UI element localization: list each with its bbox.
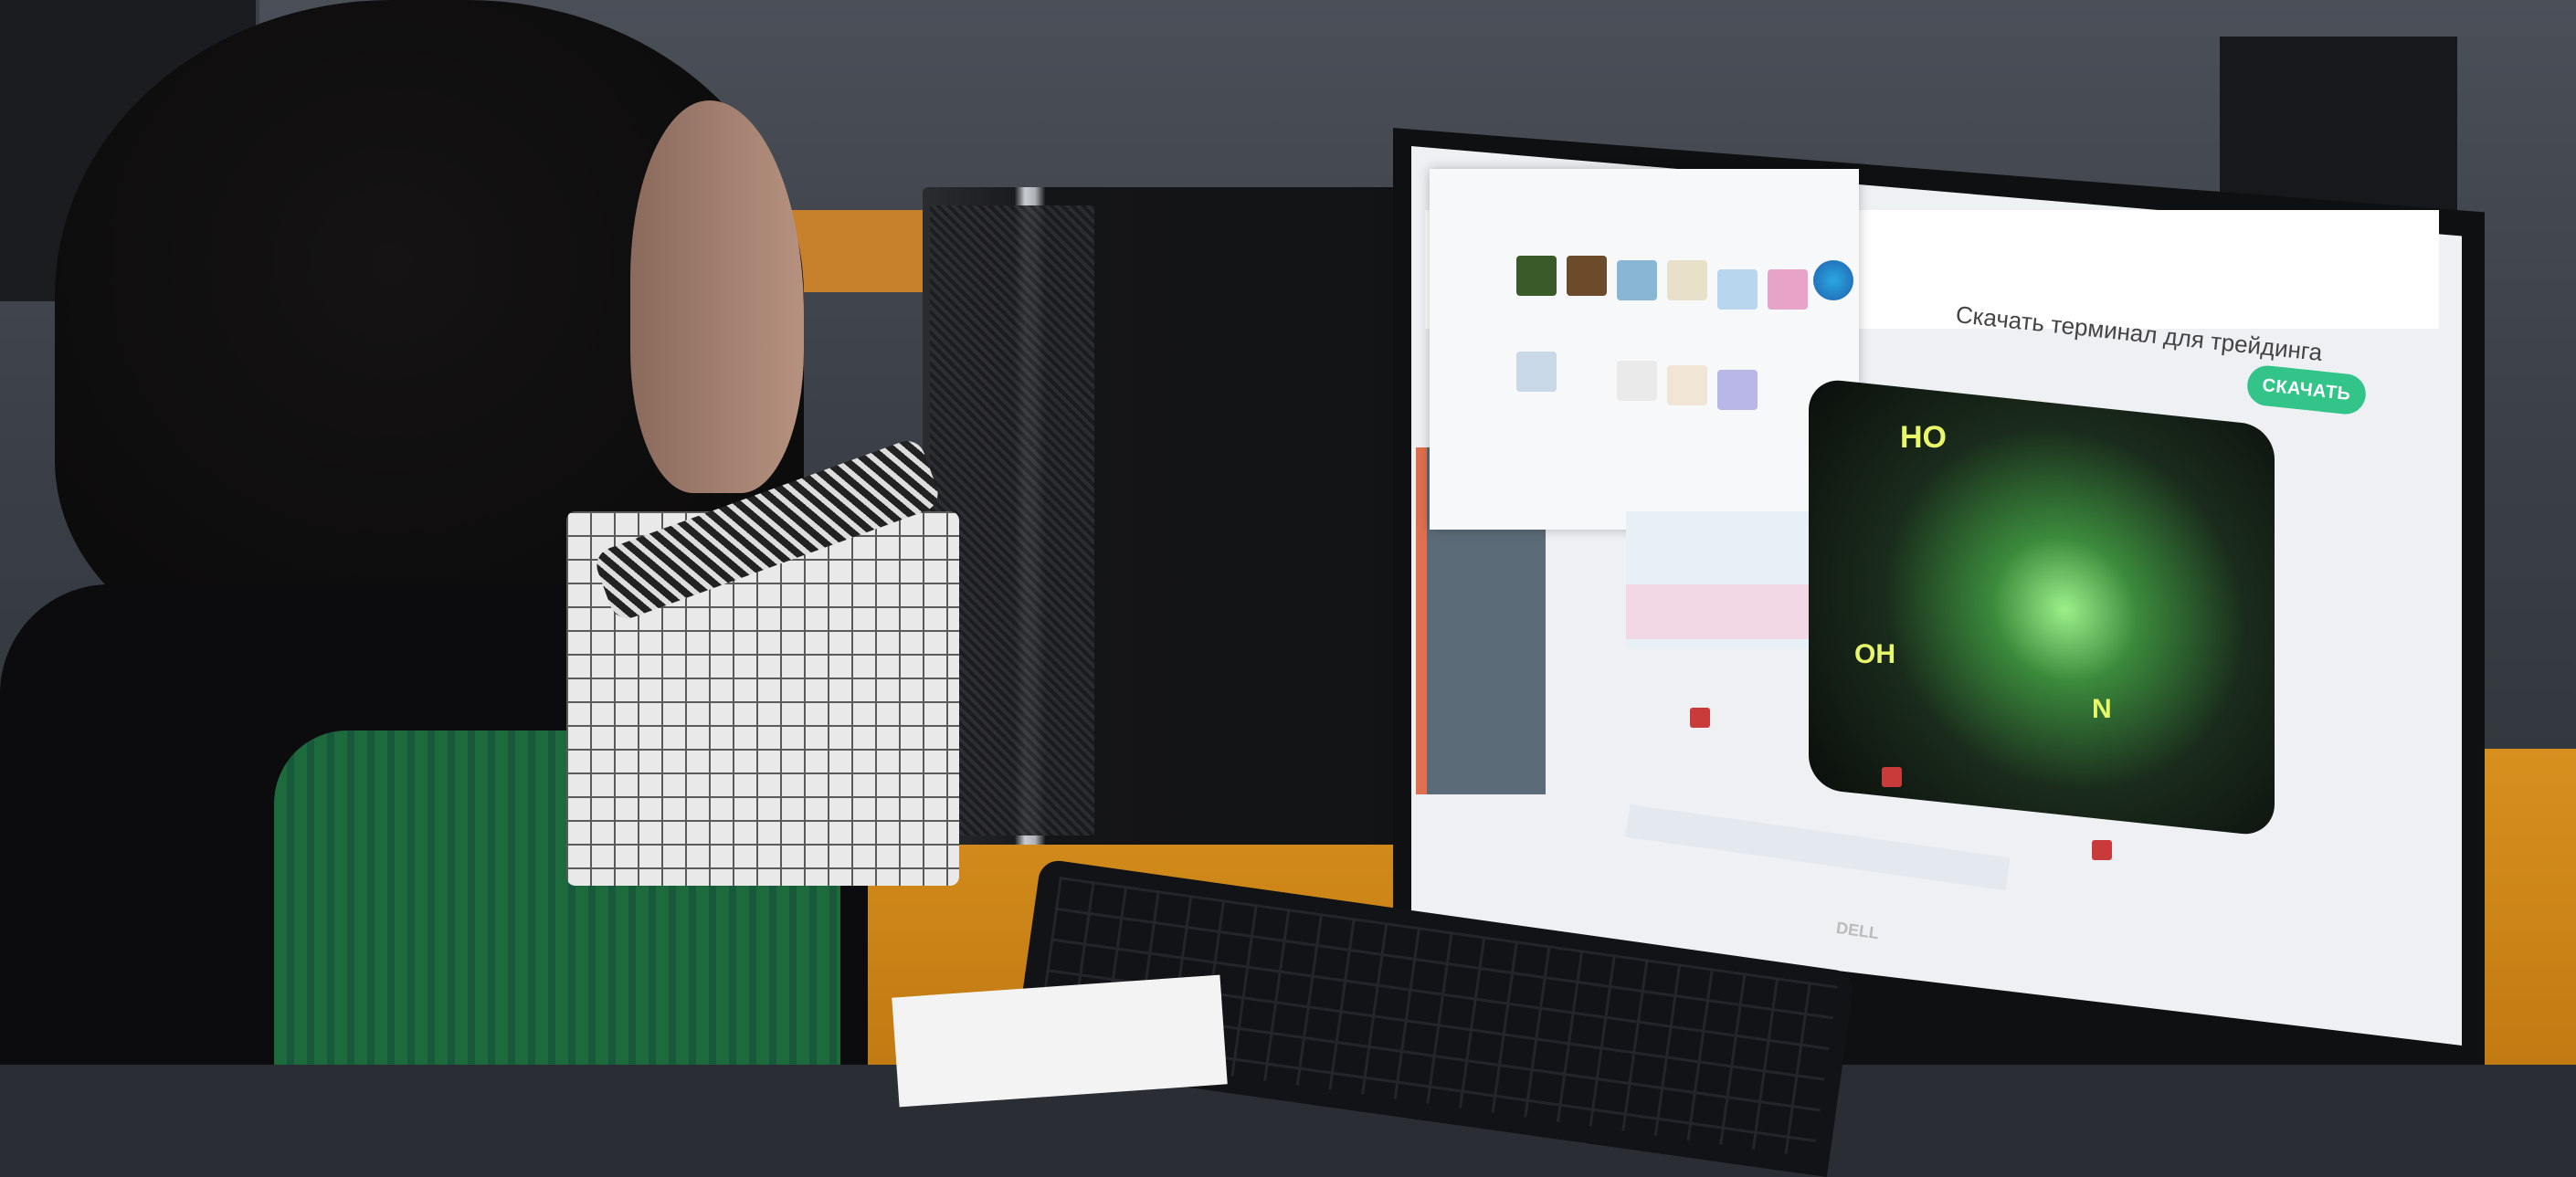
download-icon[interactable]	[1690, 708, 1710, 728]
gallery-thumbnail[interactable]	[1516, 256, 1557, 296]
gallery-thumbnail[interactable]	[1567, 256, 1607, 296]
chem-formula-label: N	[2092, 694, 2112, 724]
chemistry-hero-image	[1809, 377, 2275, 837]
chem-formula-label: HO	[1900, 420, 1947, 455]
gallery-thumbnail[interactable]	[1667, 365, 1707, 405]
gallery-thumbnail[interactable]	[1768, 269, 1808, 310]
gallery-thumbnail[interactable]	[1667, 260, 1707, 300]
chem-formula-label: OH	[1854, 639, 1895, 669]
app-preview-card-footer	[1626, 584, 1809, 639]
gallery-thumbnail[interactable]	[1617, 260, 1657, 300]
download-icon[interactable]	[1882, 767, 1902, 787]
photo-gallery-window[interactable]	[1430, 169, 1859, 530]
gallery-thumbnail[interactable]	[1516, 352, 1557, 392]
gallery-thumbnail[interactable]	[1717, 370, 1758, 410]
gallery-thumbnail[interactable]	[1617, 361, 1657, 401]
browser-edge-icon[interactable]	[1813, 260, 1853, 300]
download-icon[interactable]	[2092, 840, 2112, 860]
gallery-thumbnail[interactable]	[1717, 269, 1758, 310]
notebook	[892, 974, 1228, 1108]
